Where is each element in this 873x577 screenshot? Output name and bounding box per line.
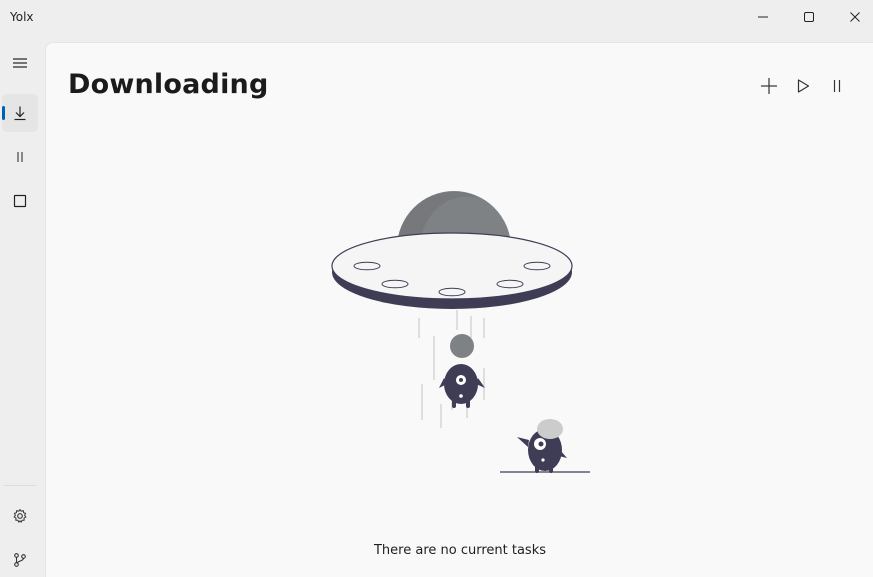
start-all-button[interactable] (788, 71, 818, 101)
download-icon (14, 106, 26, 121)
minimize-button[interactable] (740, 0, 786, 34)
pause-icon (17, 152, 23, 162)
add-icon (761, 78, 777, 94)
title-bar: Yolx (0, 0, 873, 34)
main-content: Downloading There are no current tasks (45, 42, 873, 577)
nav-item-downloading[interactable] (2, 94, 38, 132)
close-icon (850, 12, 860, 22)
pause-icon (833, 80, 841, 92)
falling-alien (439, 334, 485, 408)
pause-all-button[interactable] (822, 71, 852, 101)
gear-icon (13, 509, 27, 523)
add-task-button[interactable] (754, 71, 784, 101)
nav-item-paused[interactable] (2, 138, 38, 176)
standing-alien (500, 419, 590, 473)
navigation-pane (0, 42, 44, 577)
nav-item-stopped[interactable] (2, 182, 38, 220)
branch-icon (14, 553, 26, 567)
maximize-button[interactable] (786, 0, 832, 34)
nav-item-source[interactable] (2, 541, 38, 577)
hamburger-icon (13, 58, 27, 68)
nav-item-settings[interactable] (2, 497, 38, 535)
close-button[interactable] (832, 0, 873, 34)
maximize-icon (804, 12, 814, 22)
stop-icon (13, 194, 27, 208)
ufo-illustration (331, 191, 590, 473)
minimize-icon (758, 16, 768, 18)
hamburger-menu-button[interactable] (2, 44, 38, 82)
sidebar-separator (4, 485, 36, 486)
empty-state-message: There are no current tasks (373, 543, 546, 558)
app-title: Yolx (10, 10, 34, 24)
app-window: Yolx Downloading There are no current ta… (0, 0, 873, 577)
play-icon (797, 79, 810, 93)
page-title: Downloading (68, 69, 269, 100)
selection-indicator (2, 106, 5, 120)
